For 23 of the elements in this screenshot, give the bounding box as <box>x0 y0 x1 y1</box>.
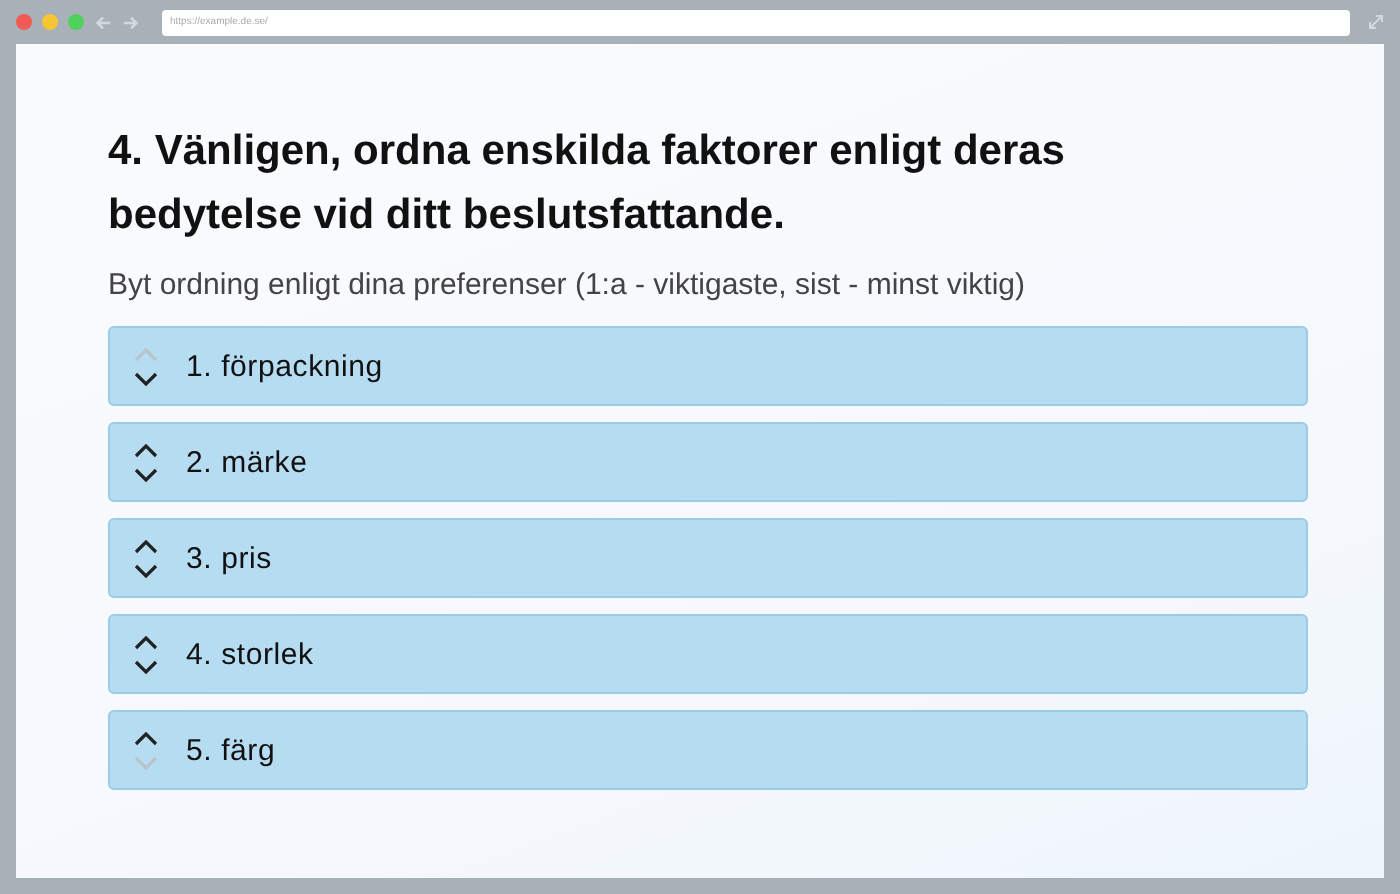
rank-item[interactable]: 3. pris <box>108 518 1308 598</box>
item-label: 4. storlek <box>186 637 314 671</box>
item-label: 2. märke <box>186 445 308 479</box>
minimize-dot[interactable] <box>42 14 58 30</box>
instruction-text: Byt ordning enligt dina preferenser (1:a - viktigaste, sist - minst viktig) <box>108 268 1028 302</box>
item-label: 3. pris <box>186 541 272 575</box>
question-title: 4. Vänligen, ordna enskilda faktorer enligt deras bedytelse vid ditt beslutsfattande. <box>108 126 1067 242</box>
move-down-icon[interactable] <box>134 563 158 577</box>
item-label: 5. färg <box>186 733 276 767</box>
move-down-icon[interactable] <box>134 467 158 481</box>
rank-item[interactable]: 5. färg <box>108 710 1308 790</box>
move-up-icon[interactable] <box>134 443 158 457</box>
rank-item[interactable]: 4. storlek <box>108 614 1308 694</box>
maximize-dot[interactable] <box>68 14 84 30</box>
move-up-icon[interactable] <box>134 539 158 553</box>
item-label: 1. förpackning <box>186 349 383 383</box>
move-down-icon[interactable] <box>134 659 158 673</box>
close-dot[interactable] <box>16 14 32 30</box>
move-down-icon[interactable] <box>134 371 158 385</box>
rank-item[interactable]: 1. förpackning <box>108 326 1308 406</box>
move-up-icon[interactable] <box>134 731 158 745</box>
rank-item[interactable]: 2. märke <box>108 422 1308 502</box>
move-up-icon[interactable] <box>134 635 158 649</box>
